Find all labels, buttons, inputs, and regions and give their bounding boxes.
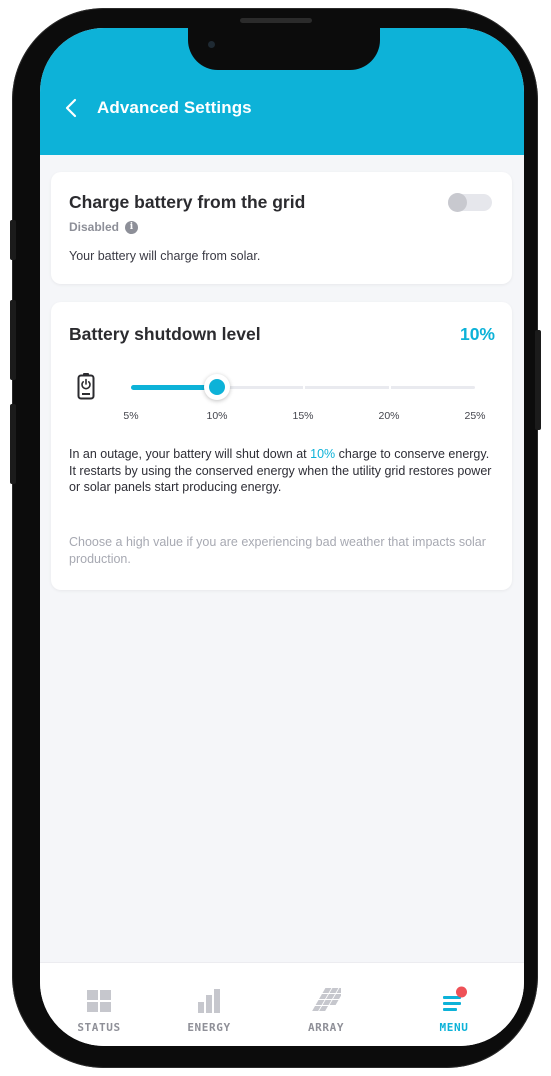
tab-label: STATUS <box>77 1021 121 1034</box>
shutdown-level-hint: Choose a high value if you are experienc… <box>69 535 486 566</box>
phone-notch <box>188 28 380 70</box>
front-camera <box>208 41 215 48</box>
phone-power-button <box>535 330 541 430</box>
notification-badge-icon <box>456 986 467 998</box>
tick-label: 10% <box>206 410 228 422</box>
tab-status[interactable]: STATUS <box>54 987 144 1034</box>
slider-separator <box>303 386 305 389</box>
slider-thumb[interactable] <box>204 374 230 400</box>
phone-volume-up-button <box>10 300 16 380</box>
phone-speaker <box>240 18 312 23</box>
app-screen: Advanced Settings Charge battery from th… <box>40 28 524 1046</box>
description-highlight: 10% <box>310 447 336 461</box>
tick-label: 5% <box>123 410 139 422</box>
phone-volume-down-button <box>10 404 16 484</box>
bottom-tab-bar: STATUS ENERGY ARRAY MENU <box>40 962 524 1046</box>
info-icon[interactable]: i <box>125 220 139 234</box>
grid-charging-card: Charge battery from the grid Disabled i … <box>51 172 512 284</box>
solar-array-icon <box>312 988 341 1011</box>
tab-label: MENU <box>439 1021 469 1034</box>
grid-charging-description: Your battery will charge from solar. <box>69 249 261 263</box>
tab-label: ENERGY <box>187 1021 231 1034</box>
tick-label: 15% <box>292 410 314 422</box>
grid-charging-toggle[interactable] <box>448 193 492 212</box>
shutdown-level-slider[interactable] <box>131 374 475 400</box>
grid-charging-status-row: Disabled i <box>69 220 139 234</box>
slider-tick-labels: 5% 10% 15% 20% 25% <box>51 410 512 424</box>
grid-charging-title: Charge battery from the grid <box>69 192 306 212</box>
tab-menu[interactable]: MENU <box>409 986 499 1034</box>
shutdown-level-value: 10% <box>459 324 495 344</box>
phone-mute-switch <box>10 220 16 260</box>
chevron-left-icon <box>65 98 77 118</box>
tick-label: 25% <box>464 410 486 422</box>
description-text: In an outage, your battery will shut dow… <box>69 447 311 461</box>
battery-power-icon <box>77 373 95 400</box>
tick-label: 20% <box>378 410 400 422</box>
tab-array[interactable]: ARRAY <box>281 987 371 1034</box>
back-button[interactable] <box>60 96 84 120</box>
tab-label: ARRAY <box>307 1021 345 1034</box>
shutdown-level-description: In an outage, your battery will shut dow… <box>69 446 497 496</box>
menu-icon <box>443 986 467 1011</box>
shutdown-level-title: Battery shutdown level <box>69 324 261 344</box>
page-title: Advanced Settings <box>97 98 252 117</box>
tab-energy[interactable]: ENERGY <box>164 987 254 1034</box>
shutdown-level-card: Battery shutdown level 10% 5% 10% 15% 20… <box>51 302 512 590</box>
grid-charging-status: Disabled <box>69 220 120 234</box>
status-grid-icon <box>87 990 111 1012</box>
toggle-knob <box>448 193 467 212</box>
energy-bars-icon <box>198 989 220 1013</box>
slider-separator <box>389 386 391 389</box>
